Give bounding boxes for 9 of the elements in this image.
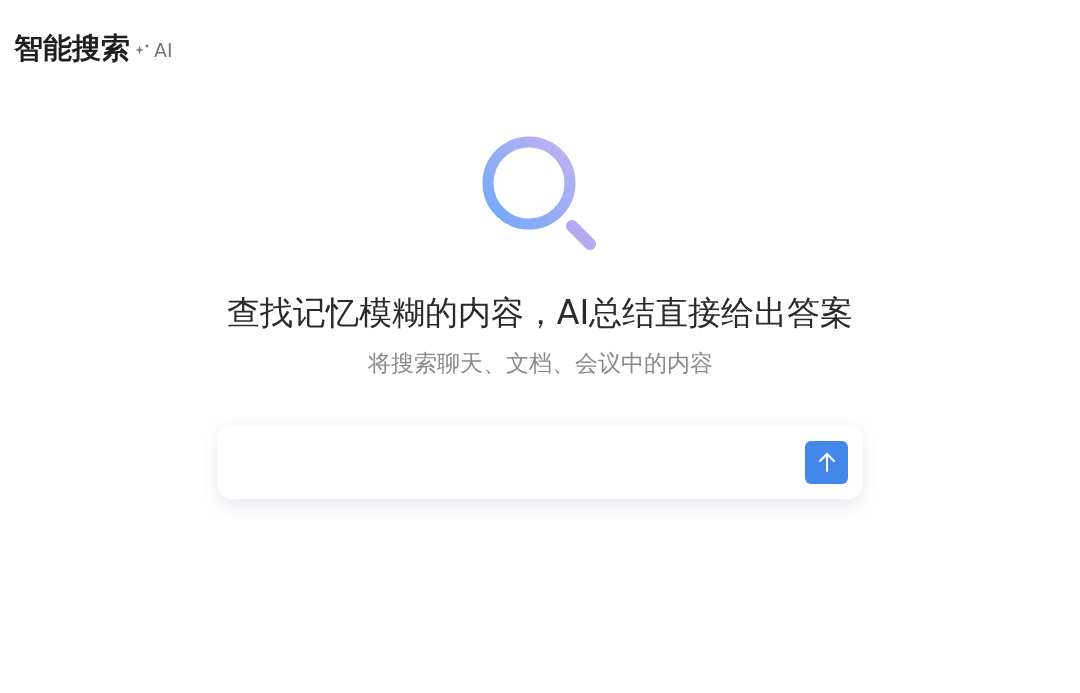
arrow-up-icon	[817, 452, 836, 472]
app-title: 智能搜索	[14, 30, 130, 66]
hero-heading: 查找记忆模糊的内容，AI总结直接给出答案	[226, 292, 854, 334]
ai-label: AI	[154, 37, 173, 63]
search-field[interactable]	[217, 425, 863, 499]
search-icon	[481, 135, 599, 253]
hero-subheading: 将搜索聊天、文档、会议中的内容	[367, 349, 713, 378]
sparkle-icon	[134, 43, 150, 57]
send-button[interactable]	[805, 440, 848, 484]
